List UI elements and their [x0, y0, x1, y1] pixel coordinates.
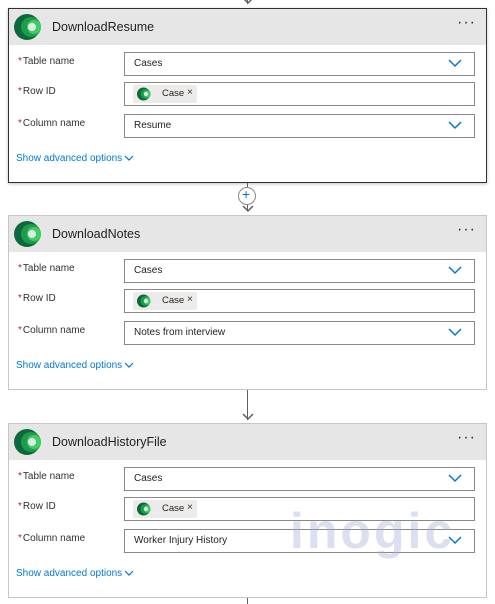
card-title: DownloadNotes [52, 227, 141, 241]
chevron-down-icon [448, 266, 462, 275]
dataverse-logo-icon [137, 87, 151, 101]
field-label: *Row ID [18, 293, 56, 304]
more-options-icon[interactable]: ··· [457, 430, 476, 446]
card-header[interactable]: DownloadHistoryFile ··· [9, 424, 486, 460]
field-row-column-name: *Column name Resume [9, 114, 486, 138]
card-title: DownloadResume [52, 20, 155, 34]
more-options-icon[interactable]: ··· [457, 222, 476, 238]
field-row-row-id: *Row ID Case × [9, 82, 486, 106]
field-row-column-name: *Column name Notes from interview [9, 321, 486, 345]
arrow-down-icon [243, 0, 253, 5]
show-advanced-options-link[interactable]: Show advanced options [16, 360, 134, 371]
card-header[interactable]: DownloadResume ··· [9, 9, 486, 45]
connector-line [247, 598, 248, 604]
table-name-dropdown[interactable]: Cases [124, 259, 475, 283]
card-header[interactable]: DownloadNotes ··· [9, 216, 486, 252]
remove-token-icon[interactable]: × [187, 294, 193, 305]
chevron-down-icon [124, 362, 134, 368]
column-name-dropdown[interactable]: Notes from interview [124, 321, 475, 345]
chevron-down-icon [448, 474, 462, 483]
more-options-icon[interactable]: ··· [457, 15, 476, 31]
field-label: *Column name [18, 325, 86, 336]
action-card-download-notes[interactable]: DownloadNotes ··· *Table name Cases *Row… [8, 215, 487, 390]
chevron-down-icon [124, 155, 134, 161]
dataverse-logo-icon [14, 14, 41, 40]
field-label: *Column name [18, 118, 86, 129]
row-id-input[interactable]: Case × [124, 289, 475, 313]
dynamic-content-token[interactable]: Case × [133, 85, 197, 103]
table-name-dropdown[interactable]: Cases [124, 467, 475, 491]
table-name-dropdown[interactable]: Cases [124, 52, 475, 76]
column-name-dropdown[interactable]: Resume [124, 114, 475, 138]
field-label: *Table name [18, 471, 75, 482]
field-label: *Table name [18, 56, 75, 67]
inogic-watermark: inogic [290, 503, 456, 559]
chevron-down-icon [124, 570, 134, 576]
dataverse-logo-icon [137, 502, 151, 516]
card-title: DownloadHistoryFile [52, 435, 167, 449]
field-row-row-id: *Row ID Case × [9, 289, 486, 313]
chevron-down-icon [448, 328, 462, 337]
field-label: *Column name [18, 533, 86, 544]
field-row-table-name: *Table name Cases [9, 52, 486, 76]
dynamic-content-token[interactable]: Case × [133, 292, 197, 310]
show-advanced-options-link[interactable]: Show advanced options [16, 153, 134, 164]
field-label: *Table name [18, 263, 75, 274]
action-card-download-resume[interactable]: DownloadResume ··· *Table name Cases *Ro… [8, 8, 487, 183]
row-id-input[interactable]: Case × [124, 82, 475, 106]
dataverse-logo-icon [14, 429, 41, 455]
show-advanced-options-link[interactable]: Show advanced options [16, 568, 134, 579]
dataverse-logo-icon [14, 221, 41, 247]
remove-token-icon[interactable]: × [187, 87, 193, 98]
field-row-table-name: *Table name Cases [9, 467, 486, 491]
chevron-down-icon [448, 59, 462, 68]
field-row-table-name: *Table name Cases [9, 259, 486, 283]
field-label: *Row ID [18, 86, 56, 97]
chevron-down-icon [448, 121, 462, 130]
dataverse-logo-icon [137, 294, 151, 308]
arrow-down-icon [242, 413, 254, 421]
arrow-down-icon [242, 205, 254, 213]
remove-token-icon[interactable]: × [187, 502, 193, 513]
dynamic-content-token[interactable]: Case × [133, 500, 197, 518]
field-label: *Row ID [18, 501, 56, 512]
